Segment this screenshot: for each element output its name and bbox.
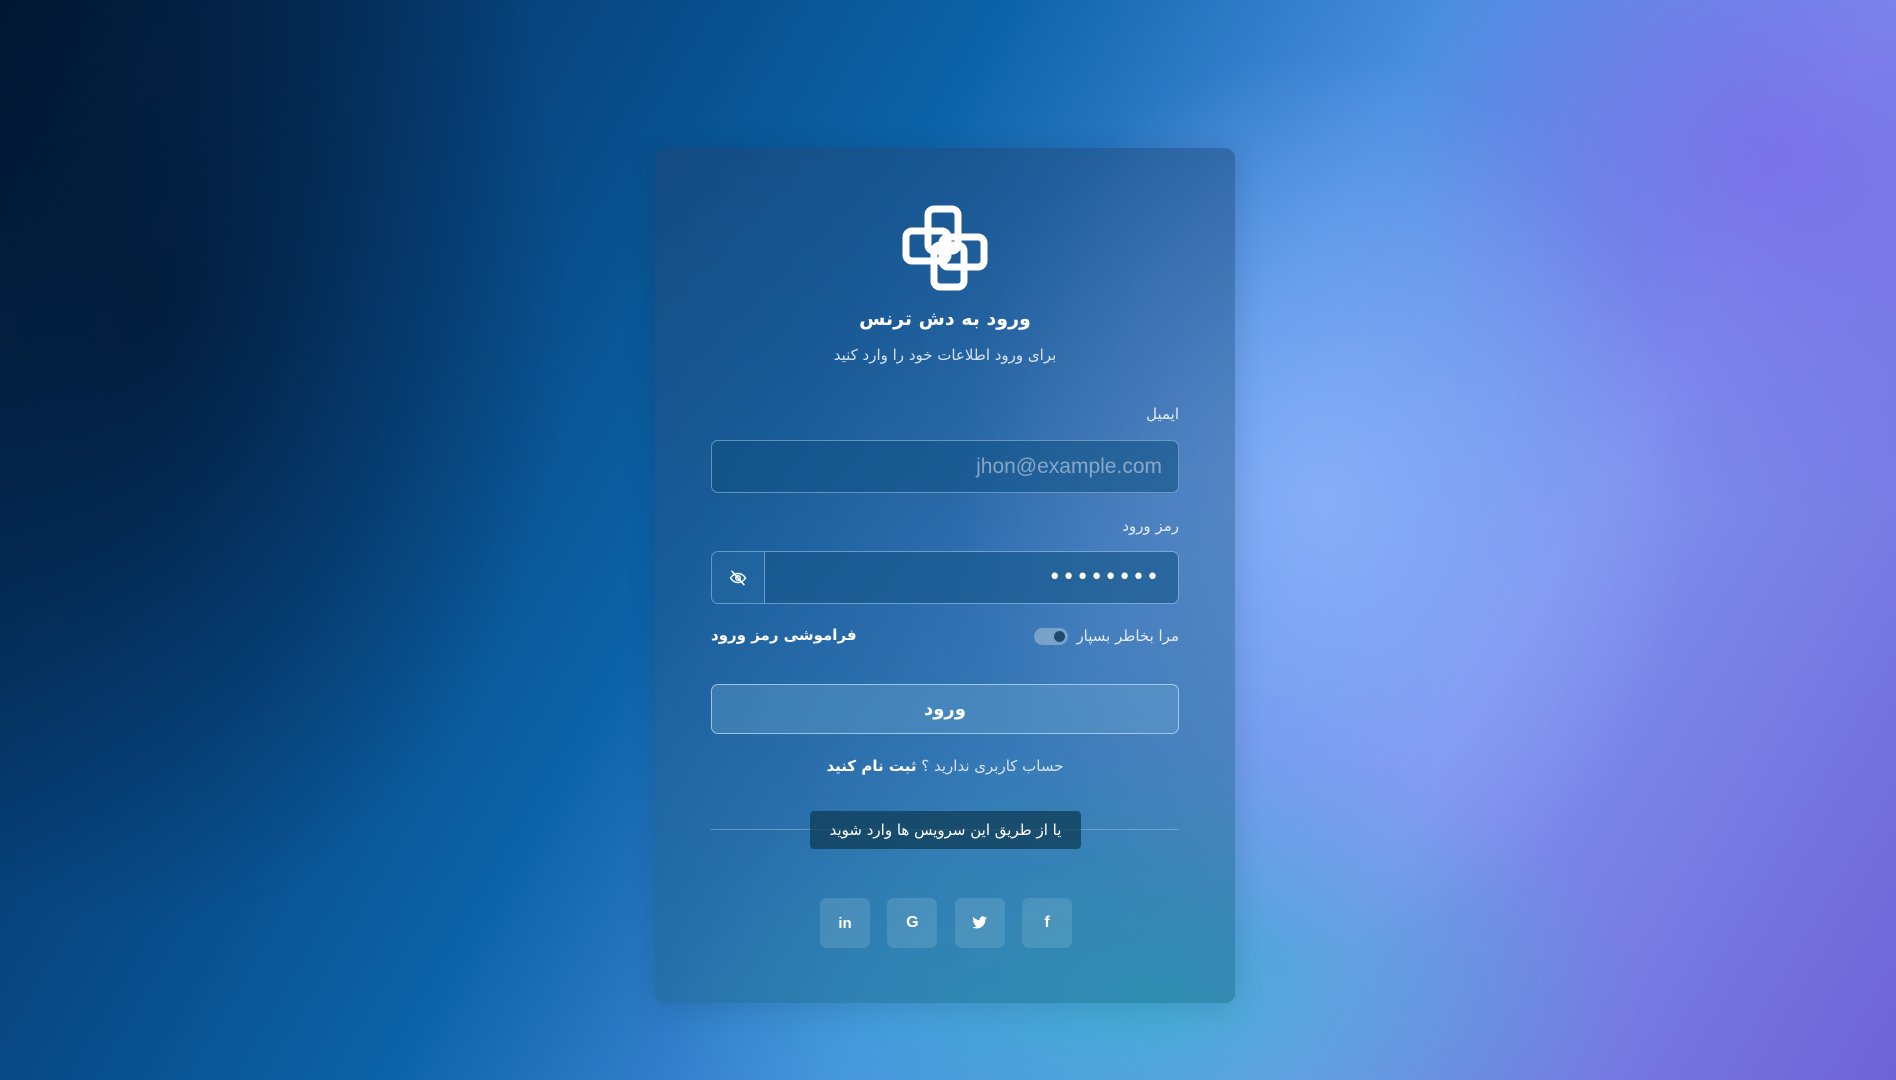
login-button[interactable]: ورود [711, 684, 1179, 734]
social-login-caption: یا از طریق این سرویس ها وارد شوید [810, 811, 1081, 849]
facebook-icon: f [1044, 914, 1050, 931]
twitter-login-button[interactable] [954, 898, 1005, 948]
twitter-icon [971, 916, 987, 929]
remember-me-toggle[interactable] [1034, 627, 1069, 645]
toggle-password-visibility-button[interactable] [712, 552, 765, 603]
signup-prompt: حساب کاربری ندارید ؟ ثبت نام کنید [655, 757, 1235, 775]
social-login-buttons: in G f [820, 898, 1072, 948]
facebook-login-button[interactable]: f [1021, 898, 1072, 948]
page-subtitle: برای ورود اطلاعات خود را وارد کنید [833, 346, 1057, 364]
remember-me: مرا بخاطر بسپار [1034, 627, 1179, 645]
email-field[interactable] [711, 440, 1179, 493]
signup-prompt-text: حساب کاربری ندارید ؟ [921, 757, 1064, 775]
eye-slash-icon [729, 570, 747, 585]
password-field-group [711, 551, 1179, 604]
google-icon: G [906, 914, 919, 931]
password-field[interactable] [765, 552, 1178, 603]
linkedin-icon: in [838, 914, 852, 932]
remember-me-label: مرا بخاطر بسپار [1076, 627, 1179, 645]
toggle-knob [1054, 630, 1066, 642]
email-label: ایمیل [1146, 405, 1179, 423]
app-logo-icon [902, 205, 988, 291]
forgot-password-link[interactable]: فراموشی رمز ورود [711, 626, 857, 644]
page-title: ورود به دش ترنس [859, 308, 1031, 330]
signup-link[interactable]: ثبت نام کنید [826, 757, 916, 775]
linkedin-login-button[interactable]: in [820, 898, 870, 948]
login-card: ورود به دش ترنس برای ورود اطلاعات خود را… [655, 148, 1235, 1003]
google-login-button[interactable]: G [887, 898, 938, 948]
password-label: رمز ورود [1122, 517, 1179, 535]
